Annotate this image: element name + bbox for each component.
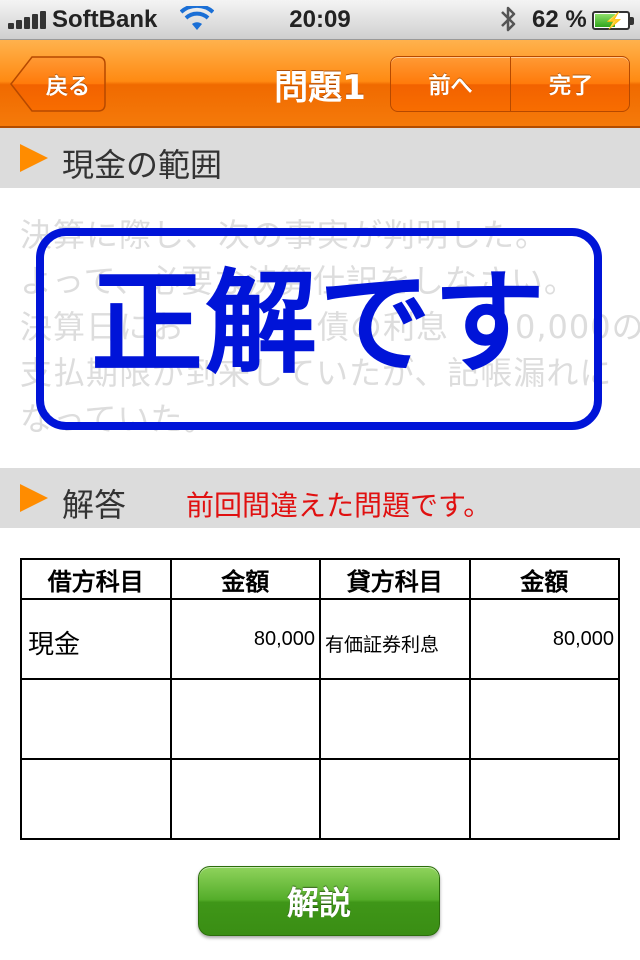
bluetooth-icon: [501, 6, 516, 32]
credit-account-cell[interactable]: [319, 758, 471, 840]
debit-amount-cell[interactable]: [169, 758, 321, 840]
credit-account-cell[interactable]: [319, 678, 471, 760]
debit-amount-header: 金額: [169, 558, 321, 600]
answer-section-title: 解答: [62, 486, 127, 524]
battery-percent: 62 %: [532, 6, 587, 33]
table-header-row: 借方科目 金額 貸方科目 金額: [20, 558, 620, 600]
done-button[interactable]: 完了: [511, 57, 629, 111]
table-row: [20, 678, 620, 760]
credit-account-cell[interactable]: 有価証券利息: [319, 598, 471, 680]
table-row: [20, 758, 620, 840]
correct-answer-stamp: 正解です: [36, 228, 602, 430]
credit-amount-cell[interactable]: 80,000: [468, 598, 620, 680]
status-bar: SoftBank 20:09 62 % ⚡: [0, 0, 640, 40]
credit-amount-cell[interactable]: [468, 678, 620, 760]
credit-amount-header: 金額: [468, 558, 620, 600]
orange-triangle-icon: [20, 484, 48, 512]
credit-account-header: 貸方科目: [319, 558, 471, 600]
battery-icon: ⚡: [592, 11, 634, 30]
orange-triangle-icon: [20, 144, 48, 172]
table-row: 現金 80,000 有価証券利息 80,000: [20, 598, 620, 680]
previously-wrong-note: 前回間違えた問題です。: [186, 489, 492, 522]
explanation-button[interactable]: 解説: [198, 866, 440, 936]
nav-segmented-control: 前へ 完了: [390, 56, 630, 112]
charging-bolt-icon: ⚡: [604, 13, 624, 30]
answer-section-header: 解答 前回間違えた問題です。: [0, 468, 640, 528]
navigation-bar: 戻る 問題1 前へ 完了: [0, 40, 640, 128]
credit-amount-cell[interactable]: [468, 758, 620, 840]
debit-account-header: 借方科目: [20, 558, 172, 600]
debit-account-cell[interactable]: [20, 678, 172, 760]
debit-amount-cell[interactable]: [169, 678, 321, 760]
correct-answer-text: 正解です: [91, 258, 547, 389]
question-section-title: 現金の範囲: [62, 146, 223, 184]
debit-account-cell[interactable]: [20, 758, 172, 840]
back-button[interactable]: 戻る: [10, 56, 106, 112]
debit-amount-cell[interactable]: 80,000: [169, 598, 321, 680]
previous-button[interactable]: 前へ: [391, 57, 511, 111]
question-section-header: 現金の範囲: [0, 128, 640, 188]
back-button-label: 戻る: [45, 75, 90, 100]
debit-account-cell[interactable]: 現金: [20, 598, 172, 680]
battery-nub: [630, 17, 634, 25]
journal-entry-table: 借方科目 金額 貸方科目 金額 現金 80,000 有価証券利息 80,000: [20, 558, 620, 840]
